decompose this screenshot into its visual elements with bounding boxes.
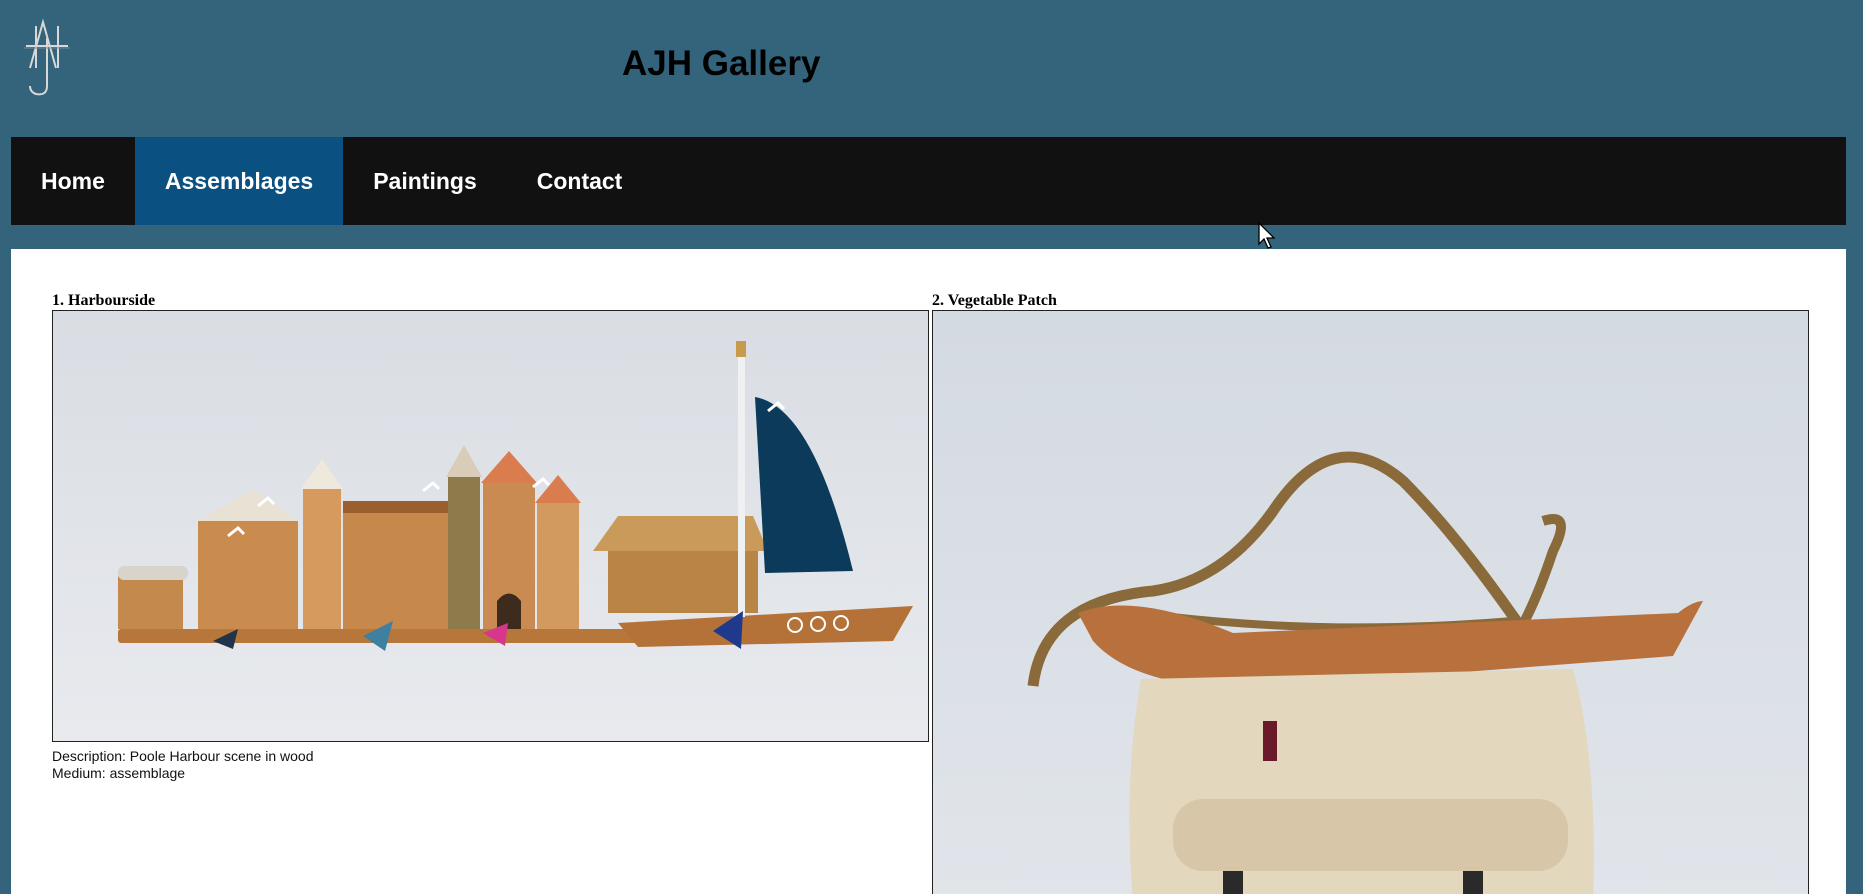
artwork-medium-text: Medium: assemblage (52, 765, 186, 781)
main-nav: Home Assemblages Paintings Contact (11, 137, 1846, 225)
gallery-content: 1. Harbourside Description: Poole Harbou… (11, 249, 1846, 894)
nav-item-contact[interactable]: Contact (507, 137, 653, 225)
mouse-cursor-icon (1258, 221, 1278, 250)
artwork-description: Description: Poole Harbour scene in wood… (52, 748, 929, 782)
nav-item-assemblages[interactable]: Assemblages (134, 137, 344, 225)
artwork-title: 1. Harbourside (52, 292, 156, 309)
gallery-item: 1. Harbourside Description: Poole Harbou… (52, 291, 929, 782)
artwork-description-text: Description: Poole Harbour scene in wood (52, 748, 314, 764)
site-title: AJH Gallery (622, 44, 821, 83)
page: AJH Gallery Home Assemblages Paintings C… (0, 0, 1863, 894)
nav-item-home[interactable]: Home (11, 137, 135, 225)
nav-item-paintings[interactable]: Paintings (343, 137, 507, 225)
artwork-title: 2. Vegetable Patch (932, 292, 1057, 309)
artwork-image-harbourside[interactable] (52, 310, 929, 742)
ajh-logo[interactable] (18, 18, 76, 98)
artwork-image-vegetable-patch[interactable] (932, 310, 1809, 894)
site-header: AJH Gallery (0, 0, 1863, 137)
gallery-item: 2. Vegetable Patch (932, 291, 1809, 894)
